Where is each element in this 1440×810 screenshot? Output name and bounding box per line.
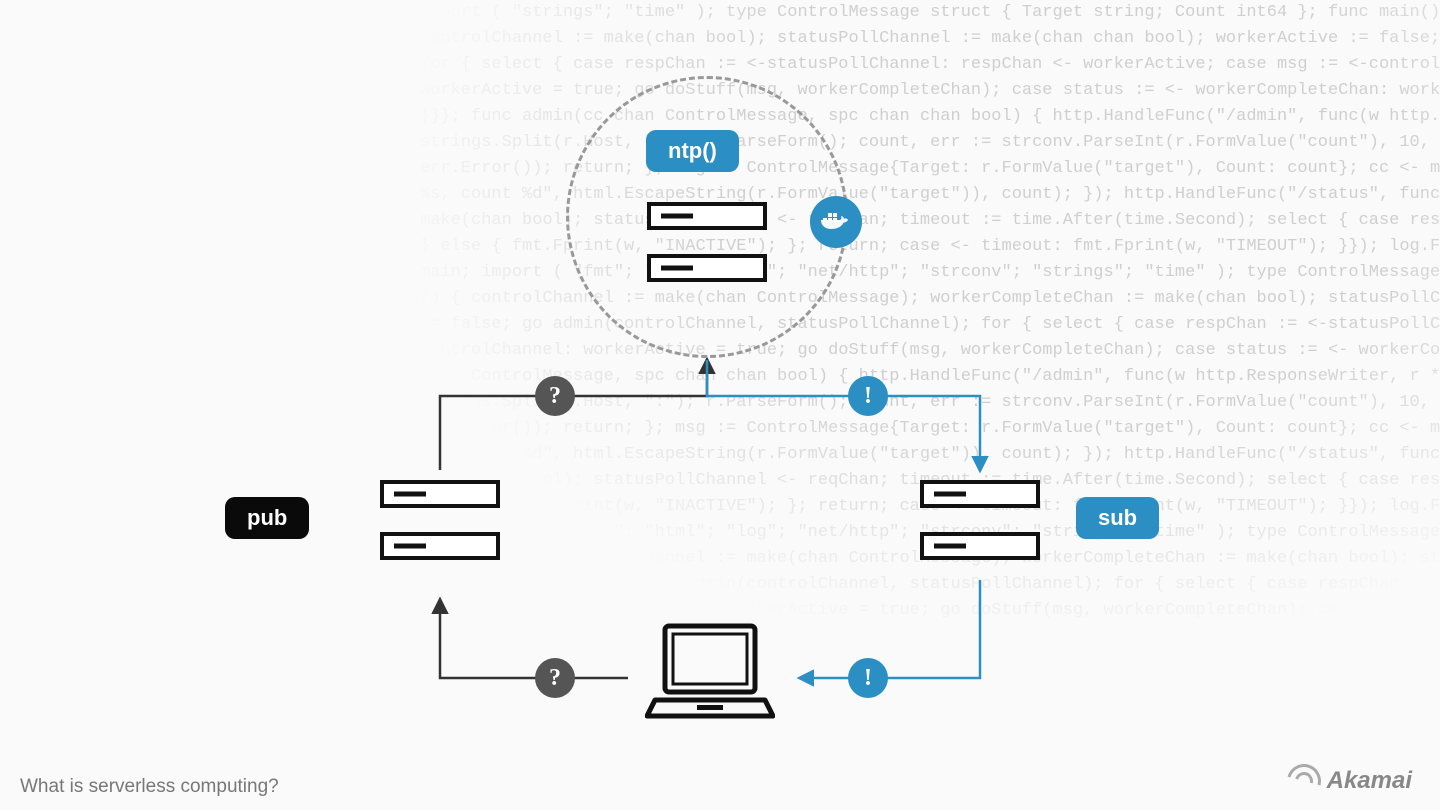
brand-name: Akamai (1327, 767, 1412, 795)
event-marker-bottom: ! (848, 658, 888, 698)
publisher-server-1 (380, 480, 500, 508)
publisher-badge: pub (225, 497, 309, 539)
question-marker-bottom: ? (535, 658, 575, 698)
publisher-server-2 (380, 532, 500, 560)
question-marker-top: ? (535, 376, 575, 416)
brand-logo: Akamai (1287, 764, 1412, 798)
function-badge: ntp() (646, 130, 739, 172)
footer-caption: What is serverless computing? (20, 776, 279, 798)
subscriber-badge: sub (1076, 497, 1159, 539)
diagram-canvas: ntp() pub sub ? ! ? ! (0, 0, 1440, 810)
docker-icon (810, 196, 862, 248)
laptop-icon (645, 620, 775, 730)
function-server-2 (647, 254, 767, 282)
subscriber-server-2 (920, 532, 1040, 560)
brand-wave-icon (1280, 758, 1326, 804)
event-marker-top: ! (848, 376, 888, 416)
function-server-1 (647, 202, 767, 230)
subscriber-server-1 (920, 480, 1040, 508)
